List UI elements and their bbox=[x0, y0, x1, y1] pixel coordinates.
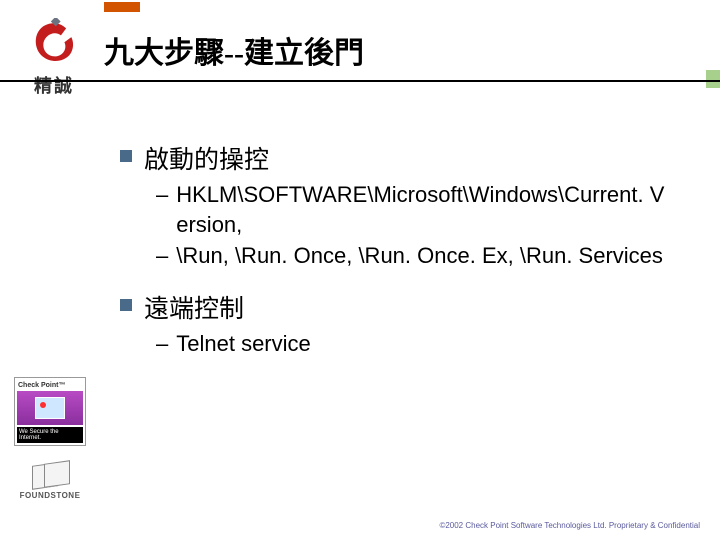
bullet-2-sub-1: Telnet service bbox=[176, 329, 311, 359]
right-accent-block bbox=[706, 70, 720, 88]
side-logos: Check Point™ We Secure the Internet. FOU… bbox=[14, 377, 92, 500]
bullet-2: 遠端控制 – Telnet service bbox=[120, 289, 690, 359]
top-accent-bar bbox=[104, 2, 140, 12]
brand-logo: 精誠 bbox=[14, 18, 94, 98]
tm-mark: ™ bbox=[58, 382, 65, 389]
brand-text: 精誠 bbox=[14, 72, 94, 98]
dash-icon: – bbox=[156, 329, 168, 359]
dash-icon: – bbox=[156, 241, 168, 271]
monitor-icon bbox=[35, 397, 65, 419]
title-area: 九大步驟--建立後門 bbox=[104, 22, 700, 78]
square-bullet-icon bbox=[120, 150, 132, 162]
slide: 精誠 九大步驟--建立後門 啟動的操控 – HKLM\SOFTWARE\Micr… bbox=[0, 0, 720, 540]
bullet-1-title: 啟動的操控 bbox=[144, 140, 269, 176]
square-bullet-icon bbox=[120, 299, 132, 311]
footer-copyright: ©2002 Check Point Software Technologies … bbox=[439, 521, 700, 530]
list-item: – \Run, \Run. Once, \Run. Once. Ex, \Run… bbox=[156, 241, 690, 271]
bullet-2-title: 遠端控制 bbox=[144, 289, 244, 325]
dash-icon: – bbox=[156, 180, 168, 210]
checkpoint-graphic bbox=[17, 391, 83, 425]
checkpoint-tagline: We Secure the Internet. bbox=[17, 427, 83, 443]
bullet-1-sub-2: \Run, \Run. Once, \Run. Once. Ex, \Run. … bbox=[176, 241, 663, 271]
swirl-icon bbox=[28, 18, 80, 70]
title-underline bbox=[0, 80, 720, 82]
list-item: – Telnet service bbox=[156, 329, 690, 359]
list-item: – HKLM\SOFTWARE\Microsoft\Windows\Curren… bbox=[156, 180, 690, 239]
books-icon bbox=[30, 460, 70, 488]
content-area: 啟動的操控 – HKLM\SOFTWARE\Microsoft\Windows\… bbox=[120, 140, 690, 377]
slide-title: 九大步驟--建立後門 bbox=[104, 28, 364, 72]
bullet-1-sub-1: HKLM\SOFTWARE\Microsoft\Windows\Current.… bbox=[176, 180, 690, 239]
foundstone-text: FOUNDSTONE bbox=[14, 491, 86, 500]
checkpoint-logo: Check Point™ We Secure the Internet. bbox=[14, 377, 86, 446]
foundstone-logo: FOUNDSTONE bbox=[14, 460, 86, 500]
bullet-1: 啟動的操控 – HKLM\SOFTWARE\Microsoft\Windows\… bbox=[120, 140, 690, 271]
checkpoint-name: Check Point bbox=[18, 382, 58, 389]
